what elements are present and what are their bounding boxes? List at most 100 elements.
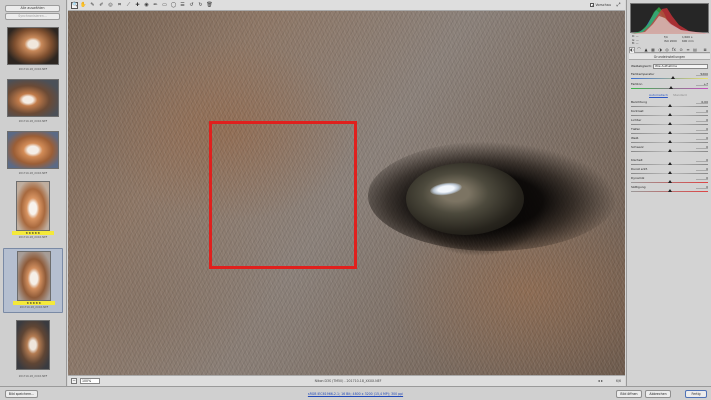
thumbnail-image bbox=[16, 181, 50, 231]
slider-thumb[interactable] bbox=[667, 122, 672, 125]
tab-lens-icon[interactable]: ◎ bbox=[664, 47, 670, 53]
slider-value[interactable]: +7 bbox=[696, 82, 708, 86]
tab-basic-icon[interactable]: ◐ bbox=[629, 47, 635, 53]
cancel-button[interactable]: Abbrechen bbox=[645, 390, 671, 398]
slider-thumb[interactable] bbox=[667, 104, 672, 107]
shadows-slider[interactable]: Tiefen 0 bbox=[631, 127, 708, 136]
panel-menu-icon[interactable]: ≣ bbox=[702, 47, 708, 53]
slider-thumb[interactable] bbox=[667, 180, 672, 183]
whites-slider[interactable]: Weiß 0 bbox=[631, 136, 708, 145]
white-balance-icon[interactable]: ✎ bbox=[89, 2, 96, 9]
tab-snapshots-icon[interactable]: ▤ bbox=[692, 47, 698, 53]
open-image-button[interactable]: Bild öffnen bbox=[616, 390, 642, 398]
contrast-slider[interactable]: Kontrast 0 bbox=[631, 109, 708, 118]
fullscreen-icon[interactable]: ⤢ bbox=[615, 2, 622, 9]
slider-label: Lichter bbox=[631, 118, 642, 122]
camera-raw-window: Alle auswählen Synchronisieren... 201710… bbox=[0, 0, 711, 400]
slider-value[interactable]: 0 bbox=[696, 109, 708, 113]
tab-tone-curve-icon[interactable]: ⌒ bbox=[636, 47, 642, 53]
done-button[interactable]: Fertig bbox=[685, 390, 707, 398]
slider-track[interactable] bbox=[631, 77, 708, 79]
white-balance-select[interactable]: Wie Aufnahme bbox=[653, 63, 708, 69]
zoom-level-select[interactable]: 100% bbox=[80, 378, 100, 384]
blacks-slider[interactable]: Schwarz 0 bbox=[631, 145, 708, 154]
toolbar: 🔍 ✋ ✎ ✐ ◎ ⌗ ⟋ ✚ ◉ ✏ ▭ ◯ ☰ ↺ ↻ 🗑 ✓Vorscha… bbox=[68, 0, 625, 11]
synchronize-button[interactable]: Synchronisieren... bbox=[5, 13, 60, 20]
readout-focal: 600 mm bbox=[682, 39, 694, 43]
slider-thumb[interactable] bbox=[667, 113, 672, 116]
workflow-options-link[interactable]: sRGB IEC61966-2.1; 16 Bit; 4800 x 3200 (… bbox=[240, 390, 471, 398]
thumbnail-image bbox=[7, 27, 59, 65]
radial-filter-icon[interactable]: ◯ bbox=[170, 2, 177, 9]
star-rating[interactable]: ★★★★★ bbox=[13, 301, 55, 305]
vibrance-slider[interactable]: Dynamik 0 bbox=[631, 176, 708, 185]
saturation-slider[interactable]: Sättigung 0 bbox=[631, 185, 708, 194]
slider-value[interactable]: 0 bbox=[696, 145, 708, 149]
thumbnail-image bbox=[16, 320, 50, 370]
thumbnail-caption: 201710-18_XXXX.NEF bbox=[18, 68, 48, 71]
slider-value[interactable]: 0 bbox=[696, 136, 708, 140]
filmstrip-thumbnail-selected[interactable]: ★★★★★ 201710-18_XXXX.NEF bbox=[3, 248, 63, 313]
thumbnail-image bbox=[17, 251, 51, 301]
slider-label: Farbton bbox=[631, 82, 643, 86]
trash-icon[interactable]: 🗑 bbox=[206, 2, 213, 9]
slider-thumb[interactable] bbox=[667, 162, 672, 165]
clarity-slider[interactable]: Klarheit 0 bbox=[631, 158, 708, 167]
slider-thumb[interactable] bbox=[671, 76, 676, 79]
graduated-filter-icon[interactable]: ▭ bbox=[161, 2, 168, 9]
save-image-button[interactable]: Bild speichern... bbox=[5, 390, 38, 398]
hand-icon[interactable]: ✋ bbox=[80, 2, 87, 9]
slider-thumb[interactable] bbox=[667, 149, 672, 152]
color-sampler-icon[interactable]: ✐ bbox=[98, 2, 105, 9]
dehaze-slider[interactable]: Dunst entf. 0 bbox=[631, 167, 708, 176]
image-preview[interactable] bbox=[68, 11, 625, 375]
thumbnail-image bbox=[7, 131, 59, 169]
slider-value[interactable]: 0 bbox=[696, 167, 708, 171]
slider-label: Dunst entf. bbox=[631, 167, 648, 171]
slider-thumb[interactable] bbox=[667, 189, 672, 192]
filmstrip-thumbnail[interactable]: ★★★★★ 201710-18_XXXX.NEF bbox=[3, 179, 63, 244]
slider-thumb[interactable] bbox=[667, 171, 672, 174]
tab-detail-icon[interactable]: ▲ bbox=[643, 47, 649, 53]
tab-hsl-icon[interactable]: ▦ bbox=[650, 47, 656, 53]
tab-camera-calibration-icon[interactable]: ⊙ bbox=[678, 47, 684, 53]
slider-thumb[interactable] bbox=[667, 140, 672, 143]
exposure-slider[interactable]: Belichtung 0,00 bbox=[631, 100, 708, 109]
zoom-out-icon[interactable]: − bbox=[71, 378, 77, 384]
checkbox-check-icon[interactable]: ✓ bbox=[590, 3, 595, 7]
filmstrip-thumbnail[interactable]: 201710-18_XXXX.NEF bbox=[3, 318, 63, 383]
star-rating[interactable]: ★★★★★ bbox=[12, 231, 54, 235]
image-nav-arrows[interactable]: ◂ ▸ bbox=[598, 378, 603, 384]
preferences-icon[interactable]: ☰ bbox=[179, 2, 186, 9]
slider-value[interactable]: 0 bbox=[696, 118, 708, 122]
tab-presets-icon[interactable]: ≡ bbox=[685, 47, 691, 53]
tab-split-toning-icon[interactable]: ◑ bbox=[657, 47, 663, 53]
slider-value[interactable]: 0 bbox=[696, 158, 708, 162]
straighten-icon[interactable]: ⟋ bbox=[125, 2, 132, 9]
select-all-button[interactable]: Alle auswählen bbox=[5, 5, 60, 12]
slider-value[interactable]: 5200 bbox=[696, 72, 708, 76]
slider-thumb[interactable] bbox=[669, 86, 674, 89]
default-link[interactable]: Standard bbox=[673, 93, 687, 98]
temperature-slider[interactable]: Farbtemperatur 5200 bbox=[631, 72, 708, 81]
rotate-left-icon[interactable]: ↺ bbox=[188, 2, 195, 9]
tab-effects-icon[interactable]: fx bbox=[671, 47, 677, 53]
slider-value[interactable]: 0 bbox=[696, 176, 708, 180]
red-eye-icon[interactable]: ◉ bbox=[143, 2, 150, 9]
slider-label: Klarheit bbox=[631, 158, 643, 162]
tint-slider[interactable]: Farbton +7 bbox=[631, 82, 708, 91]
slider-value[interactable]: 0 bbox=[696, 127, 708, 131]
targeted-adjustment-icon[interactable]: ◎ bbox=[107, 2, 114, 9]
rotate-right-icon[interactable]: ↻ bbox=[197, 2, 204, 9]
slider-value[interactable]: 0,00 bbox=[696, 100, 708, 104]
camera-info: Nikon D3S (TM50) - 201710-18_XXXX.NEF bbox=[314, 379, 382, 383]
adjustment-brush-icon[interactable]: ✏ bbox=[152, 2, 159, 9]
zoom-icon[interactable]: 🔍 bbox=[71, 2, 78, 9]
preview-checkbox[interactable]: ✓Vorschau bbox=[590, 2, 611, 9]
slider-thumb[interactable] bbox=[667, 131, 672, 134]
slider-value[interactable]: 0 bbox=[696, 185, 708, 189]
spot-removal-icon[interactable]: ✚ bbox=[134, 2, 141, 9]
auto-link[interactable]: Automatisch bbox=[649, 93, 668, 98]
highlights-slider[interactable]: Lichter 0 bbox=[631, 118, 708, 127]
crop-icon[interactable]: ⌗ bbox=[116, 2, 123, 9]
